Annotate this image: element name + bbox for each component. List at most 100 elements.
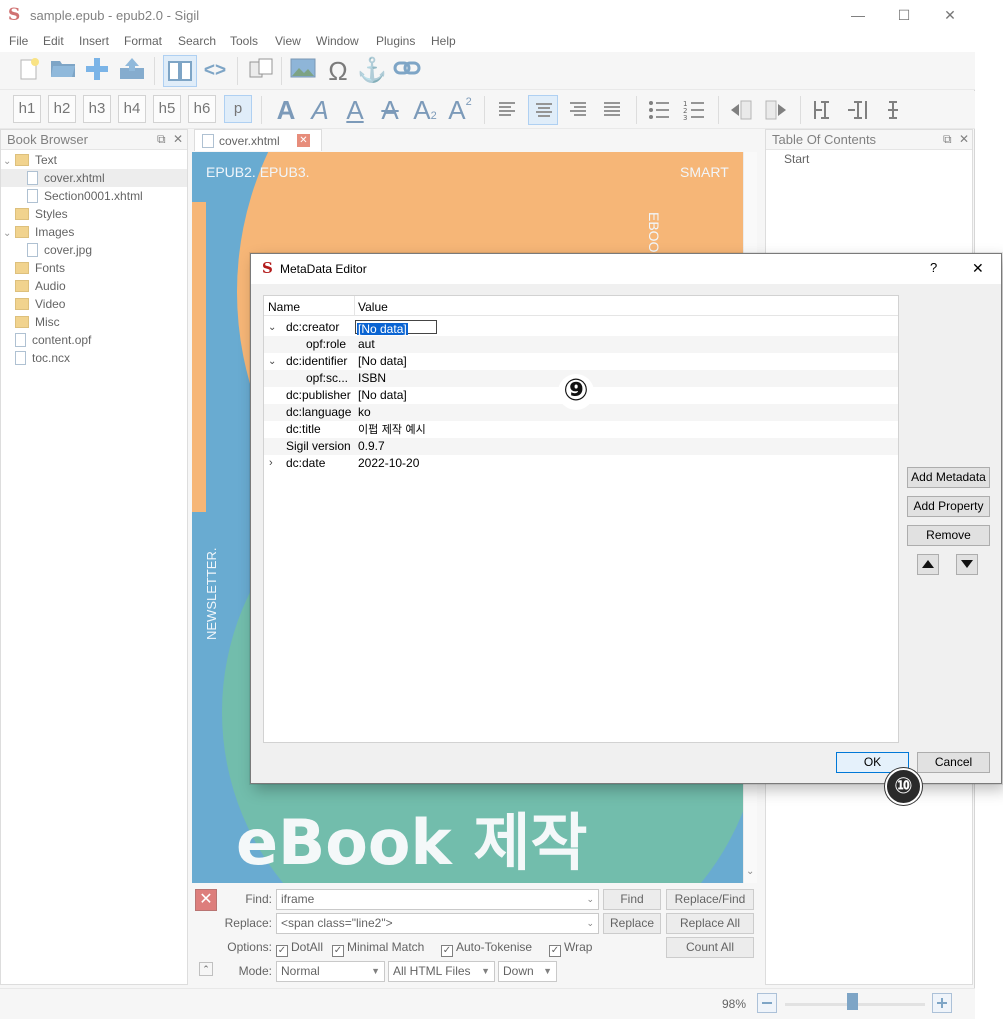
align-justify-icon[interactable] [598,96,626,124]
undock-icon[interactable]: ⧉ [943,132,952,147]
menu-file[interactable]: File [9,34,28,48]
save-icon[interactable] [117,56,147,86]
heading-h3-button[interactable]: h3 [83,95,111,123]
tree-item-text-folder[interactable]: ⌄ Text [1,151,187,169]
creator-edit-field[interactable]: [No data] [355,320,437,335]
direction-select[interactable]: Down ▼ [498,961,557,982]
replace-all-button[interactable]: Replace All [666,913,754,934]
insert-id-icon[interactable] [809,96,837,124]
close-dialog-button[interactable]: ✕ [972,260,984,277]
table-row[interactable]: ⌄ dc:creator [No data] [264,319,898,336]
minimize-button[interactable]: — [835,0,881,30]
chevron-down-icon[interactable]: ▼ [543,962,552,981]
close-find-icon[interactable]: ✕ [195,889,217,911]
tree-item-video-folder[interactable]: Video [1,295,187,313]
menu-tools[interactable]: Tools [230,34,258,48]
insert-special-char-icon[interactable]: Ω [323,56,353,86]
tree-item-section0001[interactable]: Section0001.xhtml [1,187,187,205]
scope-select[interactable]: All HTML Files ▼ [388,961,495,982]
find-button[interactable]: Find [603,889,661,910]
checkbox-checked-icon[interactable]: ✓ [276,945,288,957]
tree-item-content-opf[interactable]: content.opf [1,331,187,349]
close-dock-icon[interactable]: ✕ [959,132,969,146]
menu-window[interactable]: Window [316,34,359,48]
heading-h1-button[interactable]: h1 [13,95,41,123]
table-row[interactable]: ⌄ dc:identifier [No data] [264,353,898,370]
menu-view[interactable]: View [275,34,301,48]
align-right-icon[interactable] [564,96,592,124]
mode-select[interactable]: Normal ▼ [276,961,385,982]
heading-h2-button[interactable]: h2 [48,95,76,123]
zoom-out-icon[interactable] [757,993,777,1013]
option-wrap[interactable]: ✓ Wrap [549,940,592,957]
paragraph-button[interactable]: p [224,95,252,123]
add-metadata-button[interactable]: Add Metadata [907,467,990,488]
tree-item-cover-jpg[interactable]: cover.jpg [1,241,187,259]
menu-insert[interactable]: Insert [79,34,109,48]
column-header-name[interactable]: Name [268,300,300,314]
add-property-button[interactable]: Add Property [907,496,990,517]
zoom-slider-handle[interactable] [847,993,858,1010]
book-view-button[interactable] [163,55,197,87]
option-dotall[interactable]: ✓ DotAll [276,940,323,957]
checkbox-checked-icon[interactable]: ✓ [441,945,453,957]
help-button[interactable]: ? [930,260,937,275]
table-row[interactable]: opf:role aut [264,336,898,353]
chevron-down-icon[interactable]: ▼ [371,962,380,981]
heading-h4-button[interactable]: h4 [118,95,146,123]
insert-link-icon[interactable] [392,56,422,86]
move-up-button[interactable] [917,554,939,575]
increase-indent-icon[interactable] [762,96,790,124]
checkbox-checked-icon[interactable]: ✓ [549,945,561,957]
count-all-button[interactable]: Count All [666,937,754,958]
close-dock-icon[interactable]: ✕ [173,132,183,146]
expand-caret-icon[interactable]: ⌄ [3,225,15,243]
decrease-indent-icon[interactable] [727,96,755,124]
close-tab-icon[interactable]: ✕ [297,134,310,147]
tree-item-toc-ncx[interactable]: toc.ncx [1,349,187,367]
toc-item[interactable]: Start [784,152,809,166]
menu-help[interactable]: Help [431,34,456,48]
option-auto-tokenise[interactable]: ✓ Auto-Tokenise [441,940,532,957]
tab-cover-xhtml[interactable]: cover.xhtml ✕ [194,129,322,151]
split-view-icon[interactable] [246,56,276,86]
collapse-up-icon[interactable]: ⌃ [199,962,213,976]
remove-button[interactable]: Remove [907,525,990,546]
table-row[interactable]: dc:title 이펍 제작 예시 [264,421,898,438]
tree-item-audio-folder[interactable]: Audio [1,277,187,295]
chevron-down-icon[interactable]: ⌄ [586,914,594,933]
menu-edit[interactable]: Edit [43,34,64,48]
bullet-list-icon[interactable] [645,96,673,124]
menu-plugins[interactable]: Plugins [376,34,415,48]
new-file-icon[interactable] [14,56,44,86]
chevron-right-icon[interactable]: › [269,455,273,472]
replace-button[interactable]: Replace [603,913,661,934]
undock-icon[interactable]: ⧉ [157,132,166,147]
close-window-button[interactable]: ✕ [927,0,973,30]
tree-item-cover-xhtml[interactable]: cover.xhtml [1,169,187,187]
chevron-down-icon[interactable]: ▼ [481,962,490,981]
zoom-in-icon[interactable] [932,993,952,1013]
expand-caret-icon[interactable]: ⌄ [3,153,15,171]
menu-format[interactable]: Format [124,34,162,48]
remove-id-icon[interactable] [844,96,872,124]
tree-item-styles-folder[interactable]: Styles [1,205,187,223]
chevron-down-icon[interactable]: ⌄ [268,353,276,370]
tree-item-fonts-folder[interactable]: Fonts [1,259,187,277]
tree-item-misc-folder[interactable]: Misc [1,313,187,331]
align-center-icon[interactable] [528,95,558,125]
maximize-button[interactable]: ☐ [881,0,927,30]
subscript-icon[interactable]: A2 [409,95,441,125]
strikethrough-icon[interactable]: A [374,95,406,125]
column-header-value[interactable]: Value [358,300,388,314]
open-folder-icon[interactable] [48,56,78,86]
menu-search[interactable]: Search [178,34,216,48]
heading-h5-button[interactable]: h5 [153,95,181,123]
find-input[interactable]: iframe ⌄ [276,889,599,910]
chevron-down-icon[interactable]: ⌄ [268,319,276,336]
cancel-button[interactable]: Cancel [917,752,990,773]
numbered-list-icon[interactable]: 123 [680,96,708,124]
replace-input[interactable]: <span class="line2"> ⌄ [276,913,599,934]
underline-icon[interactable]: A [339,95,371,125]
table-row[interactable]: Sigil version 0.9.7 [264,438,898,455]
